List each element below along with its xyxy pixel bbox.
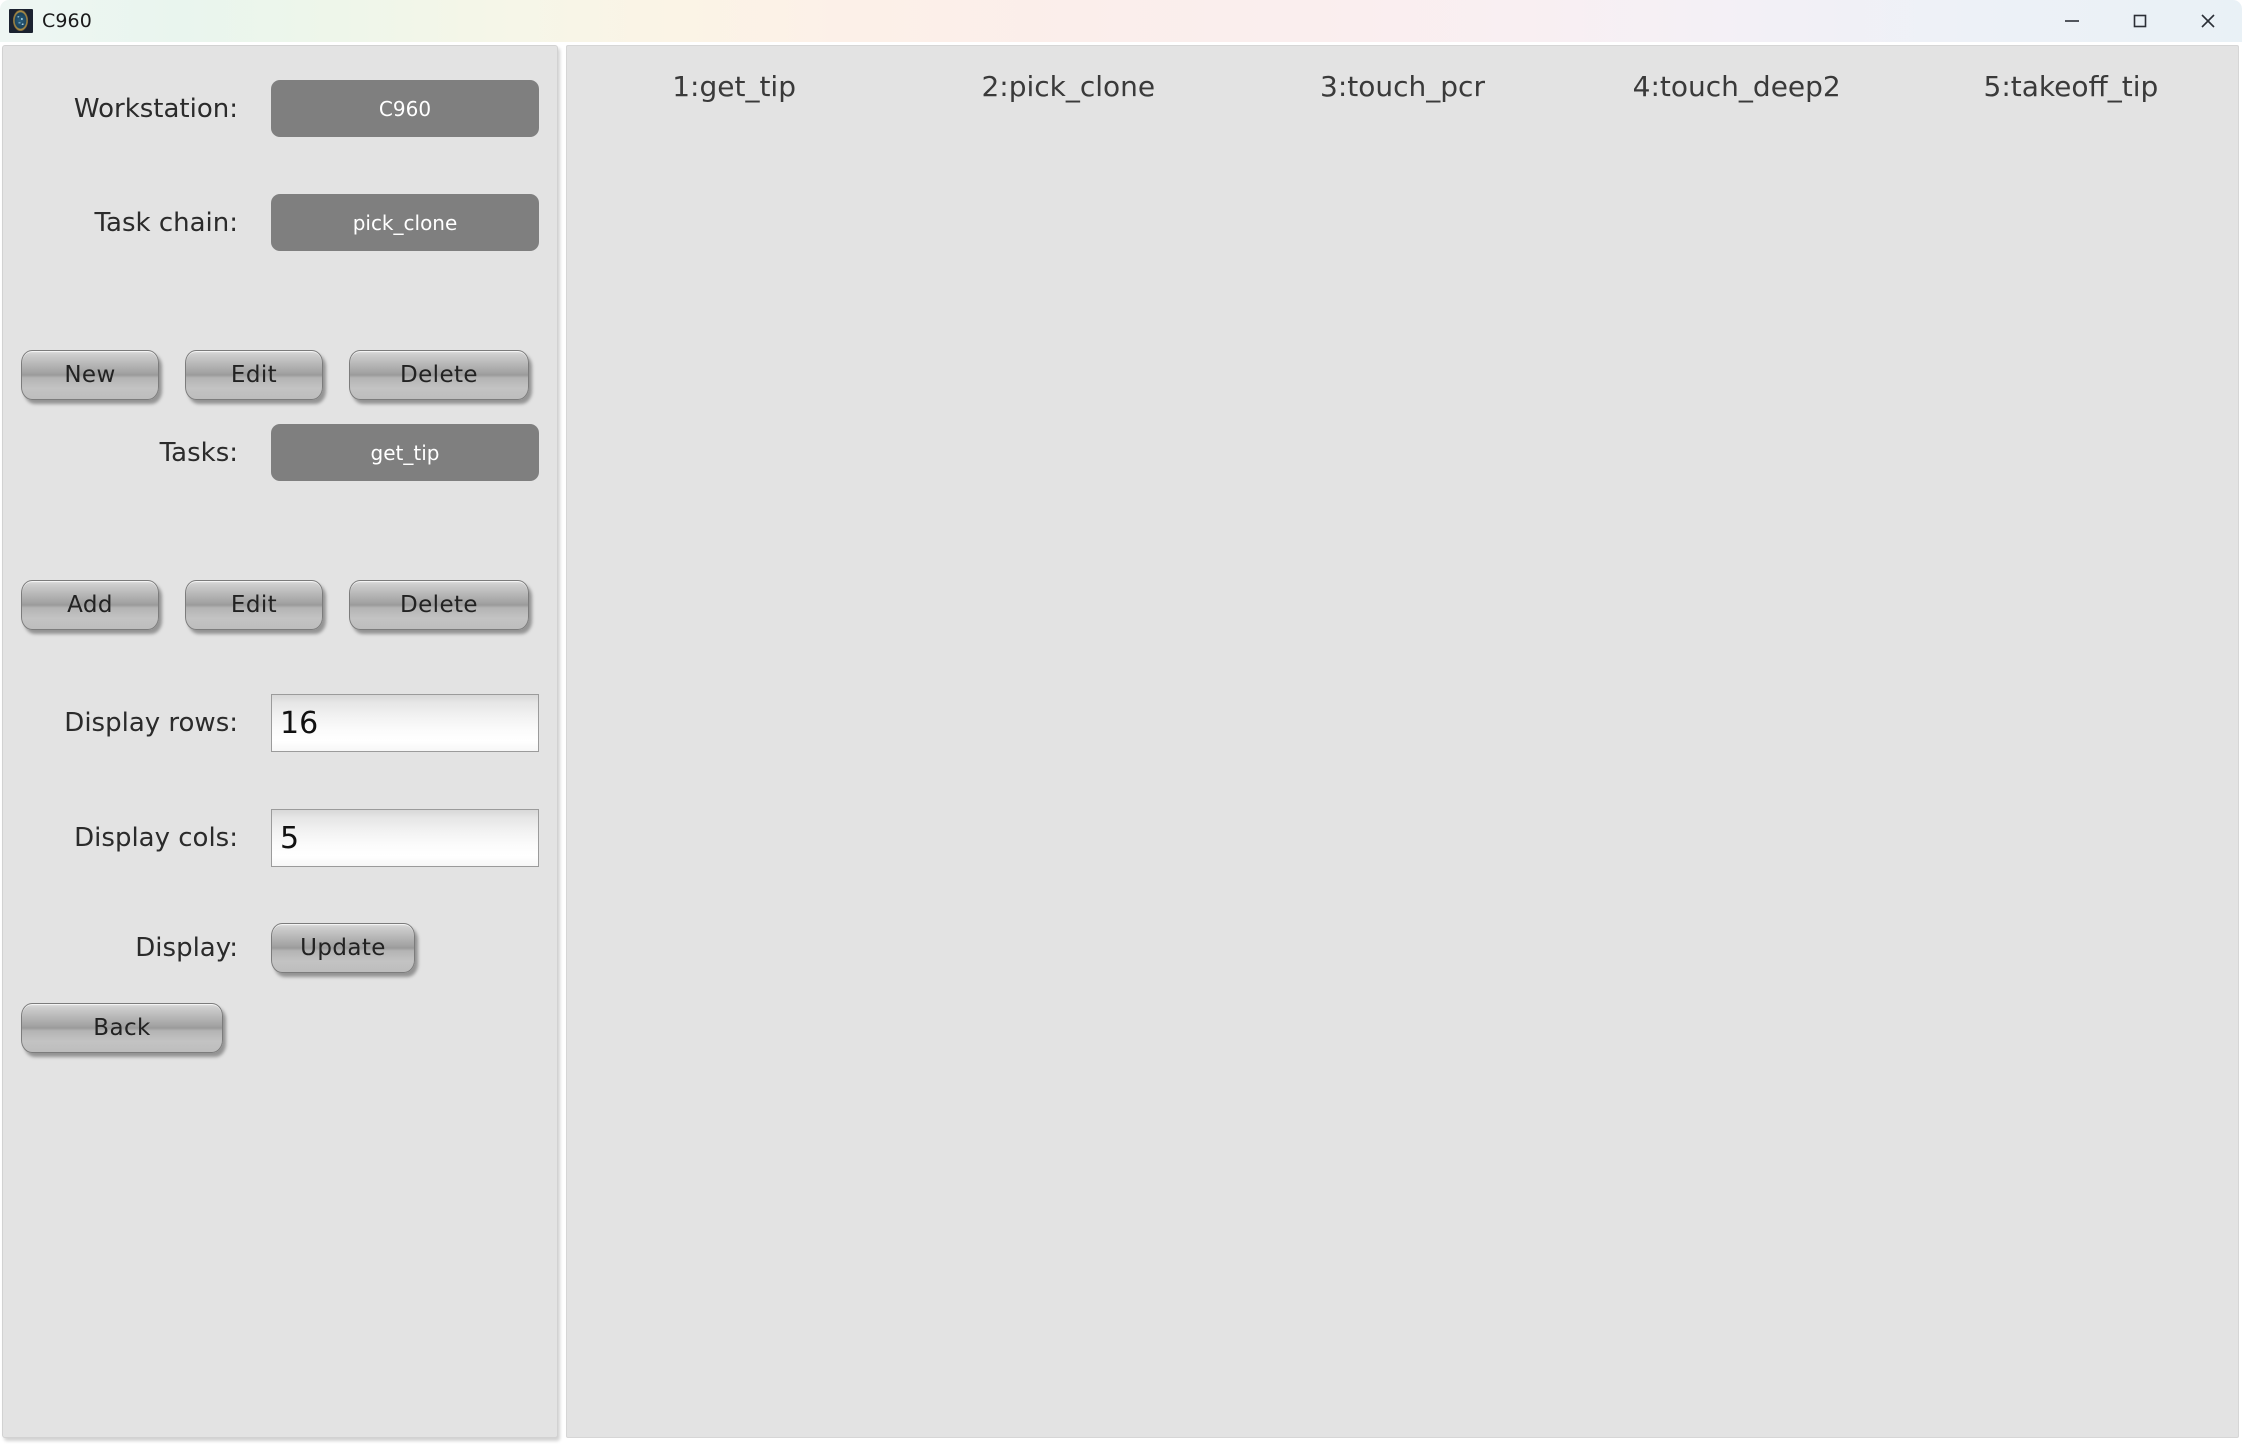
column-header-2[interactable]: 2:pick_clone: [901, 70, 1235, 103]
workstation-row: Workstation: C960: [3, 80, 555, 137]
minimize-icon[interactable]: [2038, 0, 2106, 42]
chain-new-label: New: [64, 362, 116, 388]
task-add-button[interactable]: Add: [21, 580, 159, 630]
task-chain-label: Task chain:: [94, 207, 238, 238]
task-chain-select[interactable]: pick_clone: [271, 194, 539, 251]
display-update-button[interactable]: Update: [271, 923, 415, 973]
workstation-label: Workstation:: [73, 93, 238, 124]
chain-edit-button[interactable]: Edit: [185, 350, 323, 400]
close-icon[interactable]: [2174, 0, 2242, 42]
display-rows-label: Display rows:: [64, 708, 238, 738]
app-icon: [9, 9, 33, 33]
chain-delete-button[interactable]: Delete: [349, 350, 529, 400]
window-controls: [2038, 0, 2242, 42]
chain-delete-label: Delete: [400, 362, 478, 388]
back-label: Back: [93, 1015, 151, 1041]
app-icon-core: [15, 13, 26, 28]
display-cols-row: Display cols: 5: [3, 809, 555, 867]
chain-new-button[interactable]: New: [21, 350, 159, 400]
task-grid-column-headers: 1:get_tip 2:pick_clone 3:touch_pcr 4:tou…: [567, 70, 2238, 103]
task-edit-button[interactable]: Edit: [185, 580, 323, 630]
task-chain-row: Task chain: pick_clone: [3, 194, 555, 251]
task-edit-label: Edit: [230, 592, 278, 618]
display-update-label: Update: [300, 935, 386, 961]
tasks-select[interactable]: get_tip: [271, 424, 539, 481]
task-add-label: Add: [67, 592, 113, 618]
display-label: Display:: [135, 933, 238, 963]
title-bar: C960: [0, 0, 2242, 42]
maximize-icon[interactable]: [2106, 0, 2174, 42]
back-button[interactable]: Back: [21, 1003, 223, 1053]
window-content: Workstation: C960 Task chain: pick_clone…: [0, 42, 2242, 1446]
control-sidebar: Workstation: C960 Task chain: pick_clone…: [2, 45, 558, 1438]
column-header-1[interactable]: 1:get_tip: [567, 70, 901, 103]
task-grid-panel: 1:get_tip 2:pick_clone 3:touch_pcr 4:tou…: [566, 45, 2239, 1438]
window-title: C960: [42, 10, 92, 32]
title-bar-left: C960: [0, 9, 92, 33]
tasks-label: Tasks:: [159, 437, 238, 468]
display-row: Display: Update: [3, 923, 555, 973]
tasks-row: Tasks: get_tip: [3, 424, 555, 481]
workstation-select[interactable]: C960: [271, 80, 539, 137]
task-delete-button[interactable]: Delete: [349, 580, 529, 630]
back-row: Back: [21, 1003, 223, 1053]
display-rows-row: Display rows: 16: [3, 694, 555, 752]
display-rows-input[interactable]: 16: [271, 694, 539, 752]
display-cols-input[interactable]: 5: [271, 809, 539, 867]
chain-edit-label: Edit: [230, 362, 278, 388]
task-actions: Add Edit Delete: [21, 580, 529, 630]
column-header-4[interactable]: 4:touch_deep2: [1570, 70, 1904, 103]
task-chain-actions: New Edit Delete: [21, 350, 529, 400]
column-header-5[interactable]: 5:takeoff_tip: [1904, 70, 2238, 103]
app-window: C960 Workstation: C960 Task chain: pick_…: [0, 0, 2242, 1446]
column-header-3[interactable]: 3:touch_pcr: [1235, 70, 1569, 103]
display-cols-label: Display cols:: [74, 823, 238, 853]
task-delete-label: Delete: [400, 592, 478, 618]
